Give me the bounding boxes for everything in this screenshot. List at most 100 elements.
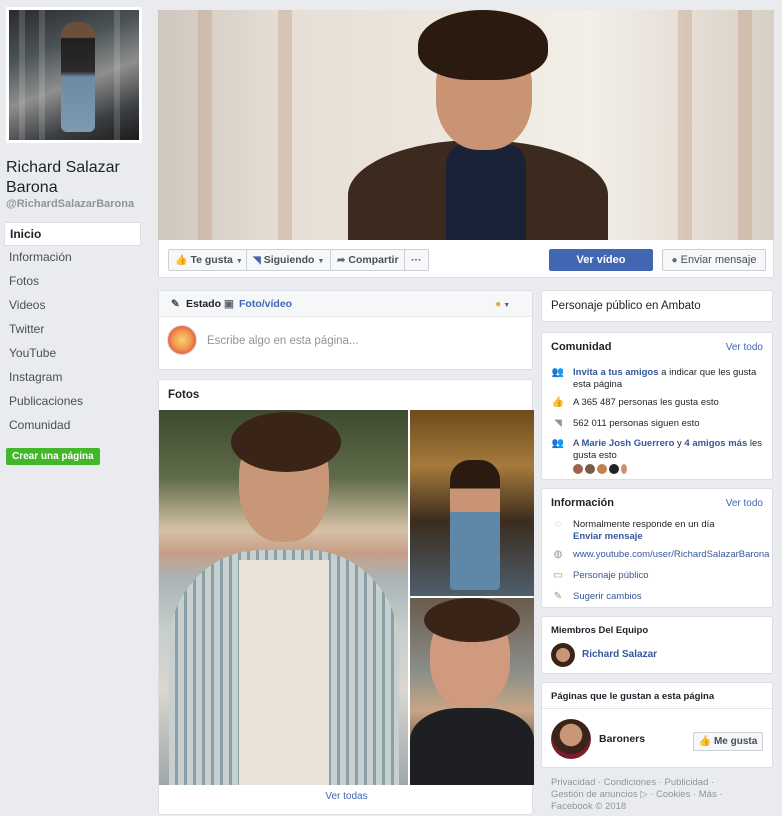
friend-name-link[interactable]: Marie Josh Guerrero [581,438,674,449]
followers-count: 562 011 personas siguen esto [573,418,700,429]
like-label: Te gusta [190,254,233,266]
share-button[interactable]: ➦ Compartir [330,249,406,271]
create-page-button[interactable]: Crear una página [6,448,100,465]
nav-item-inicio[interactable]: Inicio [4,222,141,246]
invite-row: 👥 Invita a tus amigos a indicar que les … [551,367,767,391]
more-friends-link[interactable]: 4 amigos más [684,438,747,449]
nav-item-instagram[interactable]: Instagram [4,366,141,390]
nav-item-youtube[interactable]: YouTube [4,342,141,366]
friends-mid: y [677,438,682,449]
page-handle[interactable]: @RichardSalazarBarona [6,198,134,210]
like-button[interactable]: 👍 Te gusta ▼ [168,249,250,271]
photos-title[interactable]: Fotos [168,389,199,401]
likes-row: 👍 A 365 487 personas les gusta esto [551,397,767,409]
team-title: Miembros Del Equipo [551,625,649,636]
tab-status[interactable]: Estado [186,298,221,310]
liked-pages-title: Páginas que le gustan a esta página [551,691,715,702]
friend-avatar[interactable] [609,464,619,474]
page-name: Richard Salazar Barona [6,159,120,196]
team-card: Miembros Del Equipo Richard Salazar [541,616,773,674]
category-icon: ▭ [553,570,563,581]
friends-icon: 👥 [551,438,565,449]
composer-input[interactable]: Escribe algo en esta página... [207,335,359,347]
footer-links-2[interactable]: Gestión de anuncios ▷ · Cookies · Más · [551,789,751,801]
following-button[interactable]: ◥ Siguiendo ▼ [246,249,332,271]
category-card: Personaje público en Ambato [541,290,773,322]
liked-pages-card: Páginas que le gustan a esta página Baro… [541,682,773,768]
photo-bottom-right[interactable] [410,598,534,785]
website-link[interactable]: www.youtube.com/user/RichardSalazarBaron… [573,549,769,560]
page-avatar [167,325,197,355]
watch-video-button[interactable]: Ver vídeo [549,249,653,271]
friend-avatar[interactable] [585,464,595,474]
photo-top-right[interactable] [410,410,534,596]
nav-item-publicaciones[interactable]: Publicaciones [4,390,141,414]
me-gusta-label: Me gusta [713,736,758,747]
profile-picture[interactable] [6,7,142,143]
category-row: ▭ Personaje público [551,570,767,582]
liked-page-name[interactable]: Baroners [599,733,645,745]
friend-avatar[interactable] [573,464,583,474]
me-gusta-button[interactable]: 👍 Me gusta [693,732,763,751]
nav-item-comunidad[interactable]: Comunidad [4,414,141,438]
friends-prefix: A [573,438,579,449]
liked-page-avatar[interactable] [551,719,591,759]
followers-row: ◥ 562 011 personas siguen esto [551,418,767,430]
community-card: Comunidad Ver todo 👥 Invita a tus amigos… [541,332,773,480]
photo-icon: ▣ [224,298,234,310]
friend-avatar[interactable] [597,464,607,474]
pencil-icon: ✎ [171,298,180,310]
friend-faces [573,463,629,477]
thumbs-up-icon: 👍 [551,397,565,408]
pencil-icon: ✎ [553,591,563,602]
rss-icon: ◥ [253,255,261,266]
messenger-icon: ◌ [555,519,561,530]
friends-row: 👥 A Marie Josh Guerrero y 4 amigos más l… [551,438,767,462]
footer-links-1[interactable]: Privacidad · Condiciones · Publicidad · [551,777,751,789]
nav-item-twitter[interactable]: Twitter [4,318,141,342]
info-card: Información Ver todo ◌ Normalmente respo… [541,488,773,608]
response-row: ◌ Normalmente responde en un día Enviar … [551,519,767,543]
suggest-row: ✎ Sugerir cambios [551,591,767,603]
community-title: Comunidad [551,341,612,353]
action-bar: 👍 Te gusta ▼ ◥ Siguiendo ▼ ➦ Compartir ··· Ve… [158,240,774,278]
info-see-all[interactable]: Ver todo [726,498,763,509]
likes-count: A 365 487 personas les gusta esto [573,397,719,408]
page-selector-icon[interactable]: ● ▼ [495,298,510,310]
nav-item-videos[interactable]: Videos [4,294,141,318]
globe-icon: ◍ [553,549,563,560]
team-member-avatar[interactable] [551,643,575,667]
team-member-name[interactable]: Richard Salazar [582,649,657,660]
tab-photo-video[interactable]: Foto/vídeo [239,298,292,310]
left-nav: Inicio Información Fotos Videos Twitter … [4,222,141,438]
friends-icon: 👥 [551,367,565,378]
thumbs-up-icon: 👍 [698,736,712,747]
invite-friends-link[interactable]: Invita a tus amigos [573,367,659,378]
more-button[interactable]: ··· [404,249,429,271]
category-link[interactable]: Personaje público [573,570,649,581]
see-all-photos-link[interactable]: Ver todas [159,791,534,802]
cover-photo[interactable] [158,10,774,240]
community-see-all[interactable]: Ver todo [726,342,763,353]
suggest-changes-link[interactable]: Sugerir cambios [573,591,642,602]
category-text: Personaje público en Ambato [551,300,701,312]
send-message-button[interactable]: ● Enviar mensaje [662,249,766,271]
info-send-message-link[interactable]: Enviar mensaje [573,531,643,542]
friend-avatar[interactable] [621,464,627,474]
website-row: ◍ www.youtube.com/user/RichardSalazarBar… [551,549,770,561]
nav-item-informacion[interactable]: Información [4,246,141,270]
send-message-label: Enviar mensaje [680,254,757,266]
messenger-icon: ● [671,255,678,266]
caret-down-icon: ▼ [235,258,243,265]
footer-copyright: Facebook © 2018 [551,801,627,812]
footer: Privacidad · Condiciones · Publicidad · … [551,777,751,813]
post-composer: ✎ Estado ▣ Foto/vídeo ● ▼ Escribe algo e… [158,290,533,370]
nav-item-fotos[interactable]: Fotos [4,270,141,294]
photos-card: Fotos Ver todas [158,379,534,815]
caret-down-icon: ▼ [317,258,325,265]
following-label: Siguiendo [263,254,315,266]
rss-icon: ◥ [554,418,562,429]
share-arrow-icon: ➦ [337,255,346,266]
photo-main[interactable] [159,410,408,785]
info-title: Información [551,497,614,509]
